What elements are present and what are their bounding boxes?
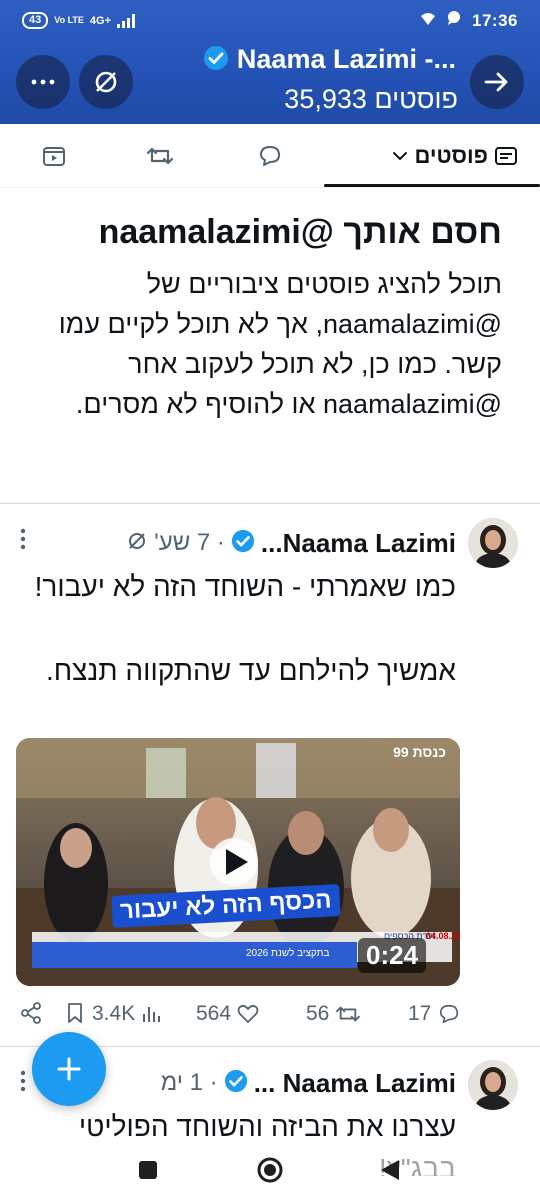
blocked-message: תוכל להציג פוסטים ציבוריים של @naamalazi… (58, 269, 502, 419)
home-button[interactable] (252, 1152, 288, 1188)
tab-posts[interactable]: פוסטים (328, 138, 518, 174)
repost-icon (336, 1006, 361, 1022)
home-circle-icon (257, 1157, 283, 1183)
reply-bubble-icon (260, 146, 280, 166)
video-caption: בתקציב לשנת 2026 (246, 948, 330, 959)
square-icon (139, 1161, 157, 1179)
avatar[interactable] (468, 1060, 518, 1110)
repost-button[interactable]: 56 (306, 1002, 361, 1026)
video-thumbnail[interactable]: כנסת 99 הכסף הזה לא יעבור בתקציב לשנת 20… (16, 738, 460, 986)
arrow-right-icon (484, 72, 508, 92)
notifications-off-icon (95, 71, 117, 93)
content-tabs: פוסטים (0, 124, 540, 188)
author-photo-icon (468, 518, 518, 568)
share-icon (21, 1002, 41, 1024)
blocked-title: חסם אותך @naamalazimi (98, 213, 502, 251)
tab-reposts[interactable] (142, 138, 178, 174)
post-count: 35,933 פוסטים (284, 84, 458, 114)
more-options-button[interactable] (16, 55, 70, 109)
post-text-line: אמשיך להילחם עד שהתקווה תנצח. (45, 655, 456, 686)
chat-notification-icon (446, 10, 462, 31)
views-count: 3.4K (92, 1002, 136, 1025)
post-header: Naama Lazimi... · 7 שע' (126, 526, 456, 560)
battery-indicator: 43 (22, 12, 49, 29)
video-date: 04.08.26 (426, 931, 460, 941)
verified-icon (231, 529, 255, 558)
reposts-count: 56 (306, 1002, 330, 1025)
views-chart-icon (143, 1007, 161, 1022)
verified-icon (224, 1069, 248, 1098)
replies-count: 17 (408, 1002, 432, 1025)
post-time: · 1 ימ (160, 1069, 218, 1096)
reply-button[interactable]: 17 (408, 1002, 461, 1026)
like-button[interactable]: 564 (196, 1002, 259, 1026)
heart-icon (237, 1004, 259, 1023)
grok-icon[interactable] (126, 530, 148, 557)
profile-name: Naama Lazimi -... (236, 44, 456, 74)
share-button[interactable] (20, 1002, 42, 1024)
post-menu-button[interactable] (20, 528, 26, 555)
verified-icon (203, 45, 229, 78)
tab-replies[interactable] (252, 138, 288, 174)
author-name[interactable]: Naama Lazimi... (261, 528, 456, 559)
volte-indicator: Vo LTE (54, 15, 84, 25)
status-bar: 43 Vo LTE 4G+ 17:36 (0, 8, 540, 38)
post-actions: 3.4K 564 56 17 (16, 998, 460, 1034)
signal-icon (117, 13, 136, 28)
video-duration: 0:24 (358, 938, 427, 973)
status-right: 17:36 (420, 10, 518, 31)
notifications-toggle-button[interactable] (79, 55, 133, 109)
views-button[interactable]: 3.4K (92, 1002, 161, 1026)
wifi-icon (420, 11, 436, 31)
video-icon (43, 147, 65, 166)
plus-icon (57, 1057, 81, 1081)
repost-icon (146, 147, 174, 165)
bookmark-button[interactable] (66, 1002, 84, 1024)
post-text-line: כמו שאמרתי - השוחד הזה לא יעבור! (34, 571, 456, 602)
status-left: 43 Vo LTE 4G+ (22, 12, 136, 29)
recent-apps-button[interactable] (130, 1152, 166, 1188)
post-text: כמו שאמרתי - השוחד הזה לא יעבור! אמשיך ל… (26, 566, 456, 692)
network-type: 4G+ (89, 14, 112, 27)
post-header: Naama Lazimi ... · 1 ימ (161, 1066, 456, 1100)
post-menu-button[interactable] (20, 1070, 26, 1097)
active-tab-indicator (324, 184, 540, 187)
profile-title: Naama Lazimi -... (126, 44, 456, 78)
back-triangle-icon (381, 1160, 399, 1180)
section-divider (0, 503, 540, 504)
author-photo-icon (468, 1060, 518, 1110)
author-name[interactable]: Naama Lazimi ... (254, 1068, 456, 1099)
tab-posts-label: פוסטים (414, 143, 488, 168)
reply-icon (440, 1004, 459, 1024)
avatar[interactable] (468, 518, 518, 568)
post-time: · 7 שע' (154, 529, 225, 556)
vertical-dots-icon (20, 528, 26, 550)
chevron-down-icon (393, 152, 408, 161)
system-navigation-bar (0, 1140, 540, 1200)
clock: 17:36 (472, 10, 518, 30)
channel-logo: כנסת 99 (393, 744, 446, 760)
tab-media[interactable] (36, 138, 72, 174)
forward-button[interactable] (470, 55, 524, 109)
more-dots-icon (31, 79, 55, 85)
compose-post-button[interactable] (32, 1032, 106, 1106)
back-button[interactable] (372, 1152, 408, 1188)
likes-count: 564 (196, 1002, 232, 1025)
profile-header: 43 Vo LTE 4G+ 17:36 Naama Lazimi -... 35… (0, 0, 540, 124)
posts-list-icon (495, 147, 517, 165)
blocked-notice: חסם אותך @naamalazimi תוכל להציג פוסטים … (32, 210, 502, 424)
bookmark-icon (68, 1003, 82, 1023)
vertical-dots-icon (20, 1070, 26, 1092)
